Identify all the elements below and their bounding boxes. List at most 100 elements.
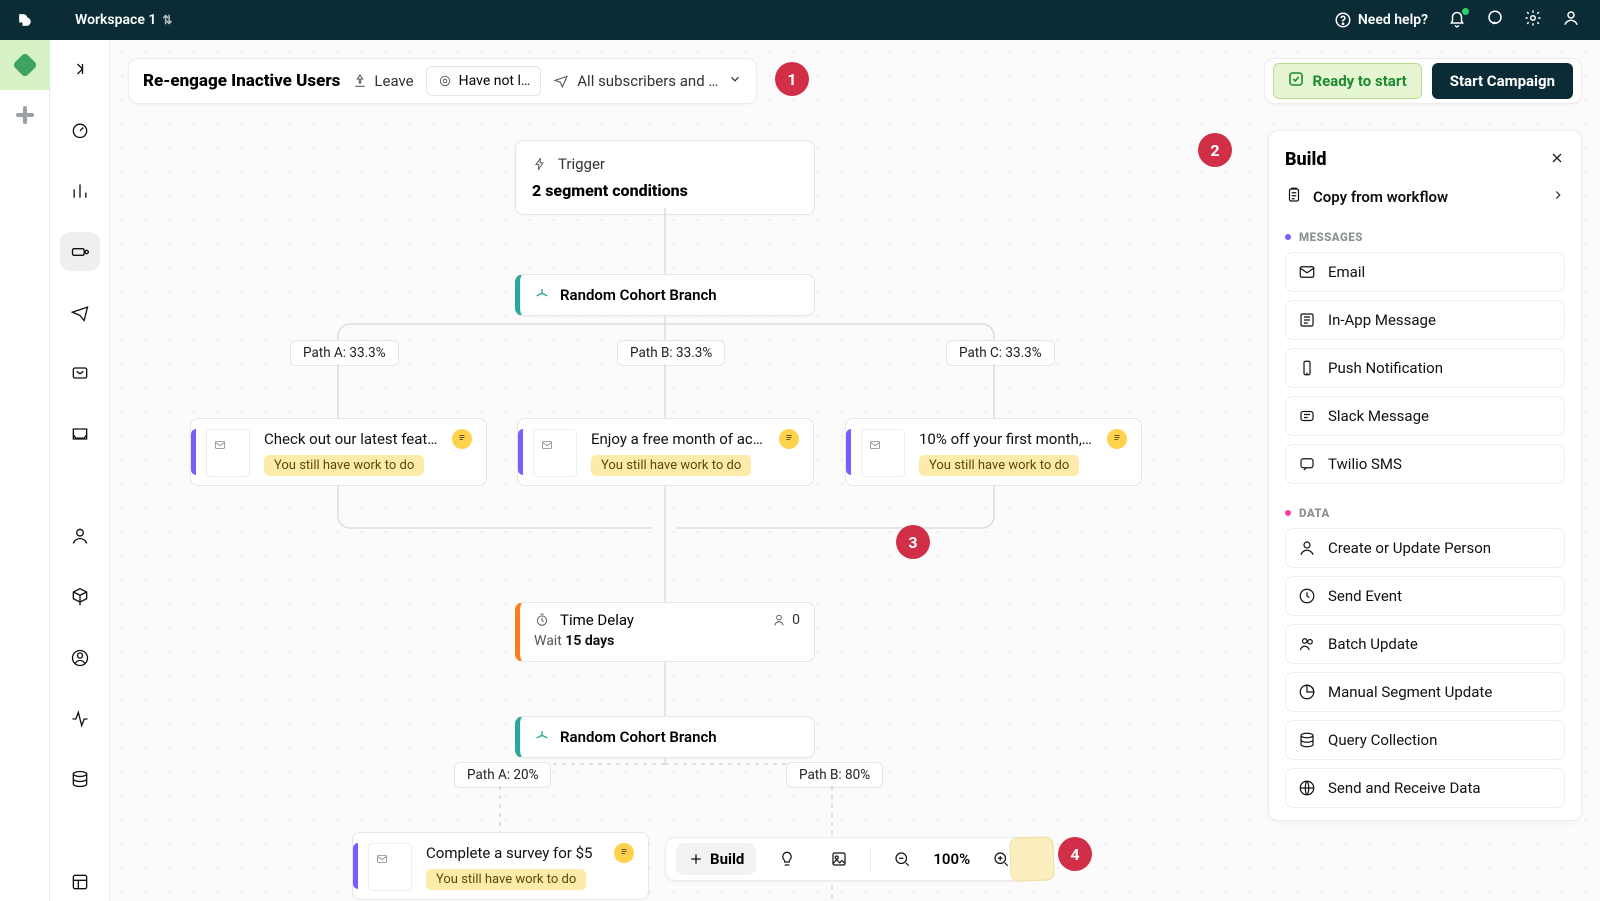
- opt-inapp[interactable]: In-App Message: [1285, 300, 1565, 340]
- settings-button[interactable]: [1524, 9, 1542, 31]
- sticky-note[interactable]: [1009, 836, 1055, 882]
- workflow-canvas[interactable]: Re-engage Inactive Users Leave Have not …: [110, 40, 1600, 901]
- need-help-link[interactable]: Need help?: [1334, 11, 1428, 29]
- chevron-down-icon: [728, 72, 742, 90]
- build-label: Build: [710, 850, 744, 868]
- app-tile-2[interactable]: [0, 90, 50, 140]
- canvas-toolbar: Build 100%: [665, 837, 1033, 881]
- opt-segment[interactable]: Manual Segment Update: [1285, 672, 1565, 712]
- notifications-button[interactable]: [1448, 11, 1466, 29]
- opt-email[interactable]: Email: [1285, 252, 1565, 292]
- path-tag-b2[interactable]: Path B: 80%: [786, 762, 883, 788]
- path-tag-c1[interactable]: Path C: 33.3%: [946, 340, 1055, 366]
- email-thumb-b: [533, 429, 577, 477]
- email-card-a[interactable]: Check out our latest featur… You still h…: [190, 418, 487, 486]
- email-card-c[interactable]: 10% off your first month, s… You still h…: [845, 418, 1142, 486]
- work-chip-2a: You still have work to do: [426, 869, 586, 890]
- nav-campaigns[interactable]: [60, 232, 100, 271]
- envelope-icon: [540, 436, 554, 455]
- trigger-sub: 2 segment conditions: [532, 181, 798, 200]
- email-title-a: Check out our latest featur…: [264, 430, 444, 448]
- leave-button[interactable]: Leave: [352, 72, 413, 90]
- campaign-title: Re-engage Inactive Users: [143, 71, 340, 91]
- draft-badge-icon: [779, 429, 799, 449]
- workspace-name: Workspace 1: [75, 12, 156, 28]
- app-rail: [0, 40, 50, 901]
- opt-slack[interactable]: Slack Message: [1285, 396, 1565, 436]
- nav-objects[interactable]: [60, 578, 100, 617]
- email-card-2a[interactable]: Complete a survey for $5 You still have …: [352, 832, 649, 900]
- nav-dashboard[interactable]: [60, 111, 100, 150]
- need-help-label: Need help?: [1358, 12, 1428, 28]
- work-chip-a: You still have work to do: [264, 455, 424, 476]
- copy-label: Copy from workflow: [1313, 188, 1448, 206]
- ready-label: Ready to start: [1312, 72, 1406, 90]
- ready-to-start-button[interactable]: Ready to start: [1273, 63, 1421, 99]
- split-icon: [534, 729, 550, 745]
- nav-activity[interactable]: [60, 699, 100, 738]
- ideas-button[interactable]: [766, 843, 808, 875]
- branch-2-label: Random Cohort Branch: [560, 728, 717, 746]
- chevron-right-icon: [1551, 188, 1565, 206]
- path-tag-a2[interactable]: Path A: 20%: [454, 762, 551, 788]
- start-label: Start Campaign: [1450, 72, 1555, 90]
- zoom-level[interactable]: 100%: [933, 850, 970, 868]
- draft-badge-icon: [1107, 429, 1127, 449]
- subscribers-label: All subscribers and …: [577, 72, 718, 90]
- app-diamond-icon: [12, 52, 37, 77]
- nav-broadcasts[interactable]: [60, 293, 100, 332]
- opt-twilio[interactable]: Twilio SMS: [1285, 444, 1565, 484]
- email-title-b: Enjoy a free month of acce…: [591, 430, 771, 448]
- zoom-out-button[interactable]: [881, 843, 923, 875]
- path-tag-a1[interactable]: Path A: 33.3%: [290, 340, 399, 366]
- chat-button[interactable]: [1486, 9, 1504, 31]
- close-panel-button[interactable]: [1549, 150, 1565, 170]
- nav-people[interactable]: [60, 517, 100, 556]
- annotation-4: 4: [1058, 837, 1092, 871]
- opt-sendevent[interactable]: Send Event: [1285, 576, 1565, 616]
- nav-deliveries[interactable]: [60, 354, 100, 393]
- build-mode-button[interactable]: Build: [676, 843, 756, 875]
- delay-wait-value: 15 days: [565, 633, 614, 649]
- annotation-3: 3: [896, 525, 930, 559]
- email-card-b[interactable]: Enjoy a free month of acce… You still ha…: [517, 418, 814, 486]
- build-panel-title: Build: [1285, 149, 1327, 170]
- branch-card-1[interactable]: Random Cohort Branch: [515, 274, 815, 316]
- nav-data[interactable]: [60, 760, 100, 799]
- action-bar: Ready to start Start Campaign: [1264, 58, 1582, 104]
- clipboard-icon: [1285, 186, 1303, 208]
- start-campaign-button[interactable]: Start Campaign: [1432, 63, 1573, 99]
- draft-badge-icon: [452, 429, 472, 449]
- branch-card-2[interactable]: Random Cohort Branch: [515, 716, 815, 758]
- opt-person[interactable]: Create or Update Person: [1285, 528, 1565, 568]
- path-tag-b1[interactable]: Path B: 33.3%: [617, 340, 725, 366]
- delay-label: Time Delay: [560, 611, 634, 629]
- nav-content[interactable]: [60, 862, 100, 901]
- image-button[interactable]: [818, 843, 860, 875]
- nav-analytics[interactable]: [60, 172, 100, 211]
- app-tile-active[interactable]: [0, 40, 50, 90]
- delay-card[interactable]: Time Delay 0 Wait 15 days: [515, 602, 815, 662]
- target-icon: [437, 73, 453, 89]
- trigger-label: Trigger: [558, 155, 605, 173]
- nav-collapse-button[interactable]: [60, 50, 100, 89]
- nav-segments[interactable]: [60, 638, 100, 677]
- opt-batch[interactable]: Batch Update: [1285, 624, 1565, 664]
- annotation-1: 1: [775, 62, 809, 96]
- nav-inbox[interactable]: [60, 415, 100, 454]
- goal-chip[interactable]: Have not l…: [426, 66, 542, 96]
- timer-icon: [534, 612, 550, 628]
- brand-logo[interactable]: [0, 10, 50, 30]
- opt-push[interactable]: Push Notification: [1285, 348, 1565, 388]
- envelope-icon: [868, 436, 882, 455]
- trigger-card[interactable]: Trigger 2 segment conditions: [515, 140, 815, 215]
- annotation-2: 2: [1198, 133, 1232, 167]
- opt-webhook[interactable]: Send and Receive Data: [1285, 768, 1565, 808]
- copy-from-workflow-button[interactable]: Copy from workflow: [1285, 186, 1565, 208]
- subscribers-dropdown[interactable]: All subscribers and …: [553, 72, 742, 90]
- nav-rail: [50, 40, 110, 901]
- workspace-switcher[interactable]: Workspace 1 ⇅: [75, 12, 172, 28]
- profile-button[interactable]: [1562, 9, 1580, 31]
- opt-query[interactable]: Query Collection: [1285, 720, 1565, 760]
- topbar: Workspace 1 ⇅ Need help?: [0, 0, 1600, 40]
